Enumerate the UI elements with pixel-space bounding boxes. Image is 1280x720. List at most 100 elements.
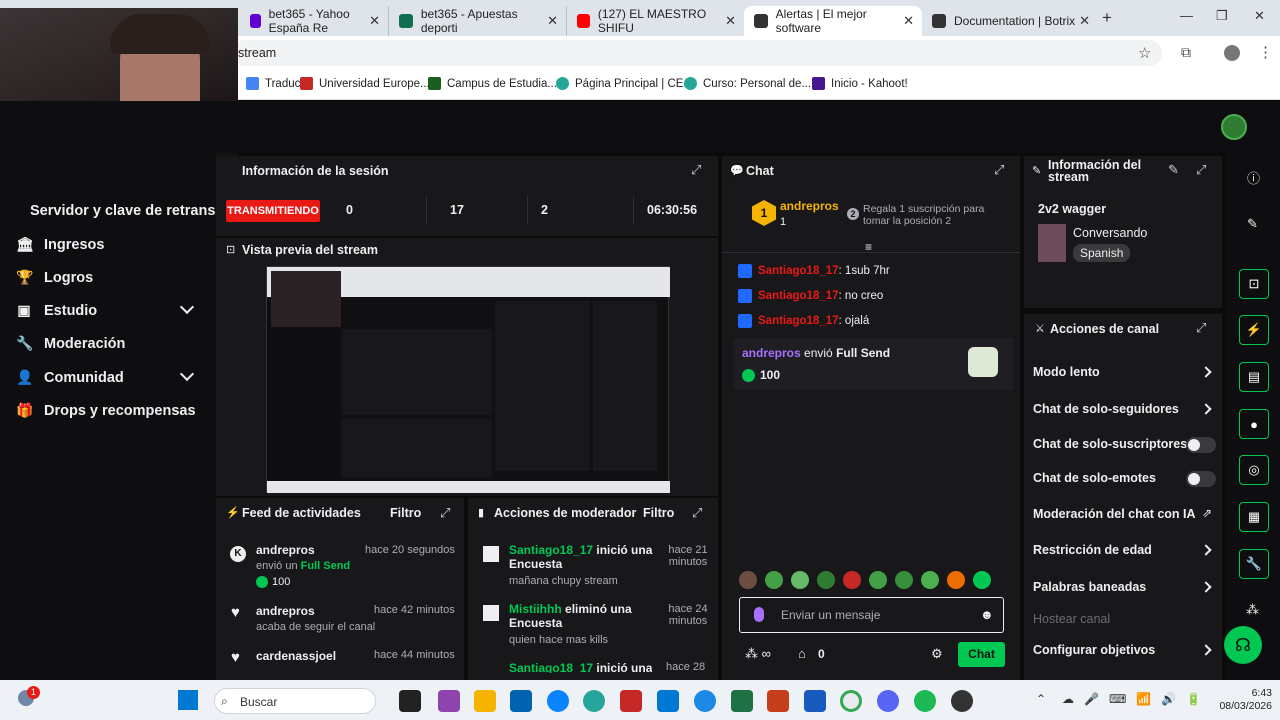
powerpoint-icon[interactable] — [767, 690, 789, 712]
notes-icon[interactable]: ▤ — [1239, 362, 1269, 392]
tray-chevron-icon[interactable]: ⌃ — [1036, 692, 1046, 706]
task-view-icon[interactable] — [399, 690, 421, 712]
stream-preview[interactable] — [266, 266, 670, 493]
emote-icon[interactable] — [739, 571, 757, 589]
close-icon[interactable]: ✕ — [369, 13, 380, 29]
gear-icon[interactable]: ⚙ — [931, 646, 943, 662]
obs-icon[interactable] — [951, 690, 973, 712]
emoji-icon[interactable]: ☻ — [980, 607, 994, 622]
windows-start-icon[interactable] — [178, 690, 198, 710]
new-tab-icon[interactable]: + — [1102, 8, 1112, 28]
tray-icons[interactable]: ☁🎤⌨📶🔊🔋 — [1062, 692, 1211, 706]
edge-icon[interactable] — [547, 690, 569, 712]
chat-bubble-icon[interactable]: ● — [1239, 409, 1269, 439]
outlook-icon[interactable] — [657, 690, 679, 712]
subs-only-toggle[interactable] — [1186, 437, 1216, 453]
bolt-icon[interactable]: ⚡ — [1239, 315, 1269, 345]
pencil-icon[interactable]: ✎ — [1168, 162, 1179, 178]
feed-user[interactable]: andrepros — [256, 604, 315, 618]
bookmark[interactable]: Campus de Estudia... — [428, 77, 557, 90]
points-icon[interactable]: ⁂ ∞ — [745, 646, 771, 662]
bookmark[interactable]: Curso: Personal de... — [684, 77, 811, 90]
emote-icon[interactable] — [765, 571, 783, 589]
browser-tab[interactable]: bet365 - Apuestas deporti ✕ — [388, 6, 566, 36]
menu-icon[interactable]: ⋮ — [1258, 43, 1273, 61]
sidebar-item-server-key[interactable]: Servidor y clave de retransm — [30, 203, 216, 219]
spotify-icon[interactable] — [914, 690, 936, 712]
chrome-icon[interactable] — [840, 690, 862, 712]
mcafee-icon[interactable] — [620, 690, 642, 712]
info-icon[interactable]: ⓘ — [1247, 168, 1260, 187]
broadcast-icon[interactable]: ◎ — [1239, 455, 1269, 485]
close-icon[interactable]: ✕ — [725, 13, 736, 29]
discord-icon[interactable] — [877, 690, 899, 712]
followers-only-item[interactable]: Chat de solo-seguidores — [1033, 402, 1179, 416]
emote-icon[interactable] — [895, 571, 913, 589]
headset-icon[interactable]: ☊ — [1224, 626, 1262, 664]
url-input[interactable]: stream — [232, 40, 1162, 66]
camera-icon[interactable]: ⊡ — [1239, 269, 1269, 299]
top-gifter-user[interactable]: andrepros — [780, 199, 839, 213]
emote-icon[interactable] — [817, 571, 835, 589]
close-icon[interactable]: ✕ — [1079, 13, 1090, 29]
sidebar-item-moderacion[interactable]: 🔧 Moderación — [16, 335, 125, 352]
bookmark[interactable]: Página Principal | CE... — [556, 77, 693, 90]
chat-input[interactable]: Enviar un mensaje ☻ — [739, 597, 1004, 633]
wrench-icon[interactable]: 🔧 — [1239, 549, 1269, 579]
sidebar-item-comunidad[interactable]: 👤 Comunidad — [16, 369, 124, 386]
folder-icon[interactable] — [474, 690, 496, 712]
host-channel-item[interactable]: Hostear canal — [1033, 612, 1110, 626]
send-chat-button[interactable]: Chat — [958, 642, 1005, 667]
layout-icon[interactable]: ▦ — [1239, 502, 1269, 532]
taskbar-search[interactable]: ⌕ Buscar — [214, 688, 376, 714]
window-close-icon[interactable]: ✕ — [1254, 8, 1265, 24]
browser-tab[interactable]: (127) EL MAESTRO SHIFU ✕ — [566, 6, 744, 36]
external-link-icon[interactable]: ⇗ — [1202, 506, 1212, 520]
slow-mode-item[interactable]: Modo lento — [1033, 365, 1100, 379]
bookmark[interactable]: Traducir — [246, 77, 307, 90]
mod-filter-button[interactable]: Filtro — [643, 506, 674, 520]
maximize-icon[interactable]: ❐ — [1216, 8, 1228, 24]
pencil-icon[interactable]: ✎ — [1247, 216, 1258, 232]
popout-icon[interactable]: ⤢ — [691, 162, 701, 178]
browser-tab[interactable]: Documentation | Botrix ✕ — [922, 6, 1098, 36]
ai-moderation-item[interactable]: Moderación del chat con IA — [1033, 507, 1196, 521]
mic-icon[interactable] — [754, 607, 764, 622]
points-icon[interactable]: ⁂ — [1246, 602, 1259, 618]
app-icon[interactable] — [583, 690, 605, 712]
close-icon[interactable]: ✕ — [547, 13, 558, 29]
store-icon[interactable]: ⌂ — [798, 646, 806, 661]
extensions-icon[interactable]: ⧉ — [1181, 44, 1191, 61]
popout-icon[interactable]: ⤢ — [994, 162, 1004, 178]
popout-icon[interactable]: ⤢ — [1196, 162, 1206, 178]
feed-filter-button[interactable]: Filtro — [390, 506, 421, 520]
browser-tab-active[interactable]: Alertas | El mejor software ✕ — [744, 6, 922, 36]
settings-app-icon[interactable] — [694, 690, 716, 712]
minimize-icon[interactable]: — — [1180, 8, 1193, 23]
close-icon[interactable]: ✕ — [903, 13, 914, 29]
goals-item[interactable]: Configurar objetivos — [1033, 643, 1155, 657]
emote-icon[interactable] — [843, 571, 861, 589]
sidebar-item-drops[interactable]: 🎁 Drops y recompensas — [16, 402, 196, 419]
sidebar-item-logros[interactable]: 🏆 Logros — [16, 269, 93, 286]
emote-icon[interactable] — [947, 571, 965, 589]
avatar[interactable] — [1221, 114, 1247, 140]
browser-tab[interactable]: bet365 - Yahoo España Re ✕ — [240, 6, 388, 36]
clock[interactable]: 6:43 08/03/2026 — [1216, 687, 1272, 713]
gift-prompt[interactable]: Regala 1 suscripción para tomar la posic… — [863, 203, 1003, 227]
sidebar-item-ingresos[interactable]: 🏛 Ingresos — [16, 236, 104, 253]
age-restriction-item[interactable]: Restricción de edad — [1033, 543, 1152, 557]
bookmark[interactable]: Inicio - Kahoot! — [812, 77, 908, 90]
popout-icon[interactable]: ⤢ — [440, 505, 450, 521]
sidebar-item-estudio[interactable]: ▣ Estudio — [16, 302, 97, 319]
profile-icon[interactable] — [1224, 45, 1240, 61]
word-icon[interactable] — [804, 690, 826, 712]
bookmark[interactable]: Universidad Europe... — [300, 77, 430, 90]
popout-icon[interactable]: ⤢ — [692, 505, 702, 521]
feed-user[interactable]: andrepros — [256, 543, 315, 557]
star-icon[interactable]: ☆ — [1138, 44, 1151, 62]
emote-icon[interactable] — [973, 571, 991, 589]
emote-icon[interactable] — [791, 571, 809, 589]
banned-words-item[interactable]: Palabras baneadas — [1033, 580, 1146, 594]
emote-icon[interactable] — [869, 571, 887, 589]
